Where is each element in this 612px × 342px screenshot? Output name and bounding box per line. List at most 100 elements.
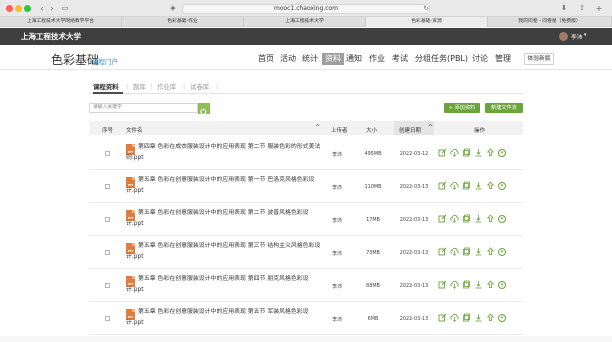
table-row[interactable]: PPT 第四章 色彩在成衣服装设计中的应用表现 第二节 服装色彩的形式美法则.pp… xyxy=(89,137,523,170)
file-name-link[interactable]: 第四章 色彩在成衣服装设计中的应用表现 第二节 服装色彩的形式美法则.ppt xyxy=(126,142,323,163)
download-icon[interactable] xyxy=(474,181,483,190)
tab-homework[interactable]: 色彩基础-作业 xyxy=(122,17,244,27)
nav-manage[interactable]: 管理 xyxy=(495,53,511,65)
chevron-down-icon[interactable]: ▾ xyxy=(584,32,587,38)
row-checkbox[interactable] xyxy=(105,250,110,255)
upload-icon[interactable] xyxy=(486,280,495,289)
add-material-button[interactable]: + 添加资料 xyxy=(444,102,480,113)
edit-icon[interactable] xyxy=(438,214,447,223)
share-icon[interactable]: ⇧ xyxy=(577,3,587,14)
row-checkbox[interactable] xyxy=(105,316,110,321)
nav-activity[interactable]: 活动 xyxy=(280,53,296,65)
new-folder-button[interactable]: 新建文件夹 xyxy=(485,102,523,113)
subtab-question-bank[interactable]: 题库 xyxy=(133,82,146,91)
table-row[interactable]: PPT 第五章 色彩在创意服装设计中的应用表现 第四节 朋克风格色彩设计.ppt 李… xyxy=(89,269,523,302)
edit-icon[interactable] xyxy=(438,313,447,322)
file-name-link[interactable]: 第五章 色彩在创意服装设计中的应用表现 第一节 巴洛克风格色彩设计.ppt xyxy=(126,175,323,196)
table-row[interactable]: PPT 第五章 色彩在创意服装设计中的应用表现 第三节 结构主义风格色彩设计.pp… xyxy=(89,236,523,269)
upload-icon[interactable] xyxy=(486,313,495,322)
download-icon[interactable] xyxy=(474,280,483,289)
tab-resources[interactable]: 色彩基础-资源 xyxy=(366,17,488,27)
maximize-window-button[interactable] xyxy=(24,4,31,12)
nav-exams[interactable]: 考试 xyxy=(392,53,408,65)
upload-icon[interactable] xyxy=(486,181,495,190)
nav-materials[interactable]: 资料 xyxy=(322,53,344,65)
subtab-course-materials[interactable]: 课程资料 xyxy=(93,82,119,91)
sidebar-icon[interactable]: ▭ xyxy=(60,3,70,14)
cloud-download-icon[interactable] xyxy=(450,247,459,256)
upload-icon[interactable] xyxy=(486,247,495,256)
nav-group-tasks[interactable]: 分组任务(PBL) xyxy=(415,53,468,65)
download-icon[interactable] xyxy=(474,247,483,256)
upload-icon[interactable] xyxy=(486,148,495,157)
more-options-icon[interactable]: ▾ xyxy=(498,214,506,223)
file-name-link[interactable]: 第五章 色彩在创意服装设计中的应用表现 第二节 波普风格色彩设计.ppt xyxy=(126,208,323,229)
cloud-download-icon[interactable] xyxy=(450,313,459,322)
close-window-button[interactable] xyxy=(6,4,13,12)
user-name[interactable]: 李沛 xyxy=(571,32,583,41)
row-checkbox[interactable] xyxy=(105,217,110,222)
avatar[interactable] xyxy=(559,32,568,41)
subtab-homework-bank[interactable]: 作业库 xyxy=(157,82,176,91)
more-options-icon[interactable]: ▾ xyxy=(498,313,506,322)
col-header-date[interactable]: 创建日期 xyxy=(399,126,421,134)
nav-discussion[interactable]: 讨论 xyxy=(472,53,488,65)
file-name-link[interactable]: 第五章 色彩在创意服装设计中的应用表现 第五节 军装风格色彩设计.ppt xyxy=(126,307,323,328)
new-tab-icon[interactable]: + xyxy=(594,3,604,14)
table-row[interactable]: PPT 第五章 色彩在创意服装设计中的应用表现 第五节 军装风格色彩设计.ppt 李… xyxy=(89,302,523,335)
row-checkbox[interactable] xyxy=(105,151,110,156)
file-name-link[interactable]: 第五章 色彩在创意服装设计中的应用表现 第四节 朋克风格色彩设计.ppt xyxy=(126,274,323,295)
edit-icon[interactable] xyxy=(438,280,447,289)
tab-survey[interactable]: 我的问卷 - 问卷星（免费版） xyxy=(488,17,612,27)
table-row[interactable]: PPT 第五章 色彩在创意服装设计中的应用表现 第一节 巴洛克风格色彩设计.ppt… xyxy=(89,170,523,203)
more-options-icon[interactable]: ▾ xyxy=(498,247,506,256)
search-input[interactable]: 请输入关键字 xyxy=(89,103,198,113)
tab-platform[interactable]: 上海工程技术大学网络教学平台 xyxy=(0,17,122,27)
nav-notices[interactable]: 通知 xyxy=(346,53,362,65)
forward-icon[interactable]: › xyxy=(48,3,56,14)
row-checkbox[interactable] xyxy=(105,184,110,189)
copy-icon[interactable] xyxy=(462,280,471,289)
copy-icon[interactable] xyxy=(462,181,471,190)
sort-name-icon[interactable]: ^ xyxy=(315,124,320,131)
download-icon[interactable]: ⬇ xyxy=(559,3,569,14)
subtab-exam-bank[interactable]: 试卷库 xyxy=(190,82,209,91)
nav-homework[interactable]: 作业 xyxy=(369,53,385,65)
file-name-link[interactable]: 第五章 色彩在创意服装设计中的应用表现 第三节 结构主义风格色彩设计.ppt xyxy=(126,241,323,262)
tab-school[interactable]: 上海工程技术大学 xyxy=(244,17,366,27)
course-portal-link[interactable]: 课程门户 xyxy=(92,56,118,66)
edit-icon[interactable] xyxy=(438,148,447,157)
table-row[interactable]: PPT 第五章 色彩在创意服装设计中的应用表现 第二节 波普风格色彩设计.ppt 李… xyxy=(89,203,523,236)
download-icon[interactable] xyxy=(474,214,483,223)
more-options-icon[interactable]: ▾ xyxy=(498,280,506,289)
download-icon[interactable] xyxy=(474,148,483,157)
subtab-active-indicator xyxy=(93,92,123,94)
copy-icon[interactable] xyxy=(462,148,471,157)
col-header-name[interactable]: 文件名 xyxy=(126,126,143,134)
copy-icon[interactable] xyxy=(462,214,471,223)
copy-icon[interactable] xyxy=(462,313,471,322)
school-name[interactable]: 上海工程技术大学 xyxy=(21,31,81,42)
cloud-download-icon[interactable] xyxy=(450,214,459,223)
shield-icon[interactable]: ◈ xyxy=(168,3,178,14)
more-options-icon[interactable]: ▾ xyxy=(498,181,506,190)
cloud-download-icon[interactable] xyxy=(450,148,459,157)
cloud-download-icon[interactable] xyxy=(450,280,459,289)
try-new-version-button[interactable]: 体验新版 xyxy=(524,52,554,65)
copy-icon[interactable] xyxy=(462,247,471,256)
nav-home[interactable]: 首页 xyxy=(258,53,274,65)
reload-icon[interactable]: ↻ xyxy=(422,3,430,14)
back-icon[interactable]: ‹ xyxy=(38,3,46,14)
sort-date-icon[interactable]: ^ xyxy=(428,124,433,131)
edit-icon[interactable] xyxy=(438,247,447,256)
search-button[interactable] xyxy=(198,102,210,116)
address-bar[interactable]: mooc1.chaoxing.com xyxy=(182,3,430,14)
download-icon[interactable] xyxy=(474,313,483,322)
row-checkbox[interactable] xyxy=(105,283,110,288)
nav-stats[interactable]: 统计 xyxy=(302,53,318,65)
cloud-download-icon[interactable] xyxy=(450,181,459,190)
upload-icon[interactable] xyxy=(486,214,495,223)
more-options-icon[interactable]: ▾ xyxy=(498,148,506,157)
edit-icon[interactable] xyxy=(438,181,447,190)
minimize-window-button[interactable] xyxy=(15,4,22,12)
